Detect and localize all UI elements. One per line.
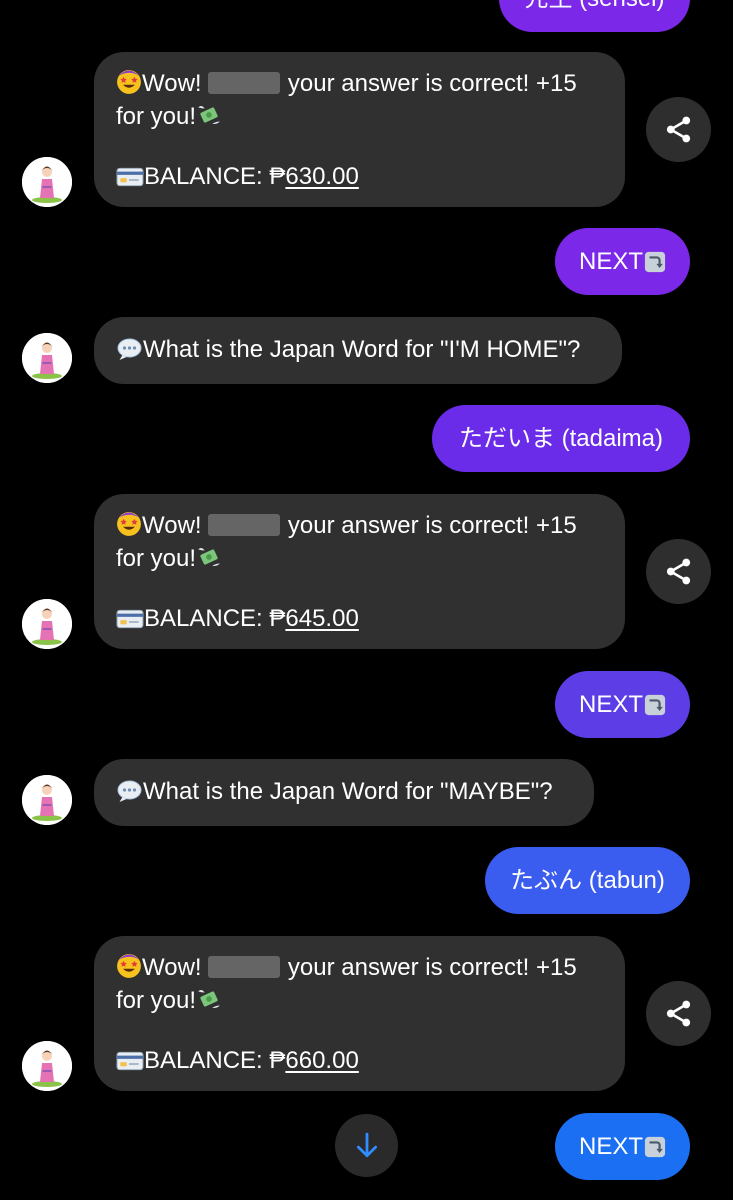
answer-text: たぶん (tabun) <box>510 867 665 894</box>
bot-avatar[interactable] <box>22 775 72 825</box>
balance-amount[interactable]: 660.00 <box>285 1047 358 1074</box>
message-line: for you! <box>116 103 197 130</box>
next-arrow-icon <box>644 1136 666 1158</box>
next-label: NEXT <box>578 1133 643 1160</box>
redacted-name <box>208 514 281 536</box>
message-line: Wow! <box>142 70 209 97</box>
next-button[interactable]: NEXT <box>555 671 690 738</box>
message-line: for you! <box>116 545 197 572</box>
share-icon <box>666 558 691 585</box>
message-line: your answer is correct! +15 <box>281 512 577 539</box>
share-icon <box>666 1000 691 1027</box>
redacted-name <box>208 956 281 978</box>
next-label: NEXT <box>578 691 643 718</box>
redacted-name <box>208 72 281 94</box>
outgoing-message: ただいま (tadaima) <box>432 405 690 472</box>
message-line: your answer is correct! +15 <box>281 954 577 981</box>
balance-label: BALANCE: ₱ <box>144 163 286 190</box>
answer-text: ただいま (tadaima) <box>458 425 664 452</box>
money-with-wings-icon <box>196 544 222 570</box>
incoming-message: Wow! your answer is correct! +15 for you… <box>94 936 625 1091</box>
speech-balloon-icon <box>116 337 143 361</box>
balance-amount[interactable]: 630.00 <box>285 163 358 190</box>
arrow-down-icon <box>356 1132 378 1158</box>
credit-card-icon <box>116 608 144 630</box>
question-text: What is the Japan Word for "I'M HOME"? <box>143 336 581 363</box>
balance-amount[interactable]: 645.00 <box>285 605 358 632</box>
credit-card-icon <box>116 166 144 188</box>
message-line: Wow! <box>142 954 209 981</box>
star-struck-icon <box>116 511 142 537</box>
next-button[interactable]: NEXT <box>555 1113 690 1180</box>
bot-avatar[interactable] <box>22 333 72 383</box>
message-text: 先生 (sensei) <box>524 0 664 12</box>
next-arrow-icon <box>644 694 666 716</box>
share-button[interactable] <box>646 981 711 1046</box>
bot-avatar[interactable] <box>22 157 72 207</box>
bot-avatar[interactable] <box>22 599 72 649</box>
next-button[interactable]: NEXT <box>555 228 690 295</box>
outgoing-message-partial: 先生 (sensei) <box>499 0 690 32</box>
incoming-message: Wow! your answer is correct! +15 for you… <box>94 494 625 649</box>
speech-balloon-icon <box>116 779 143 803</box>
share-button[interactable] <box>646 97 711 162</box>
money-with-wings-icon <box>196 102 222 128</box>
money-with-wings-icon <box>196 986 222 1012</box>
message-line: Wow! <box>142 512 209 539</box>
next-arrow-icon <box>644 251 666 273</box>
star-struck-icon <box>116 953 142 979</box>
outgoing-message: たぶん (tabun) <box>485 847 690 914</box>
balance-label: BALANCE: ₱ <box>144 605 286 632</box>
credit-card-icon <box>116 1050 144 1072</box>
next-label: NEXT <box>578 248 643 275</box>
share-icon <box>666 116 691 143</box>
message-line: your answer is correct! +15 <box>281 70 577 97</box>
incoming-message: What is the Japan Word for "MAYBE"? <box>94 759 594 826</box>
star-struck-icon <box>116 69 142 95</box>
bot-avatar[interactable] <box>22 1041 72 1091</box>
chat-thread: 先生 (sensei) Wow! your answer is correct!… <box>0 0 733 1200</box>
scroll-to-bottom-button[interactable] <box>335 1114 398 1177</box>
balance-label: BALANCE: ₱ <box>144 1047 286 1074</box>
incoming-message: What is the Japan Word for "I'M HOME"? <box>94 317 622 384</box>
incoming-message: Wow! your answer is correct! +15 for you… <box>94 52 625 207</box>
question-text: What is the Japan Word for "MAYBE"? <box>143 778 553 805</box>
share-button[interactable] <box>646 539 711 604</box>
message-line: for you! <box>116 987 197 1014</box>
